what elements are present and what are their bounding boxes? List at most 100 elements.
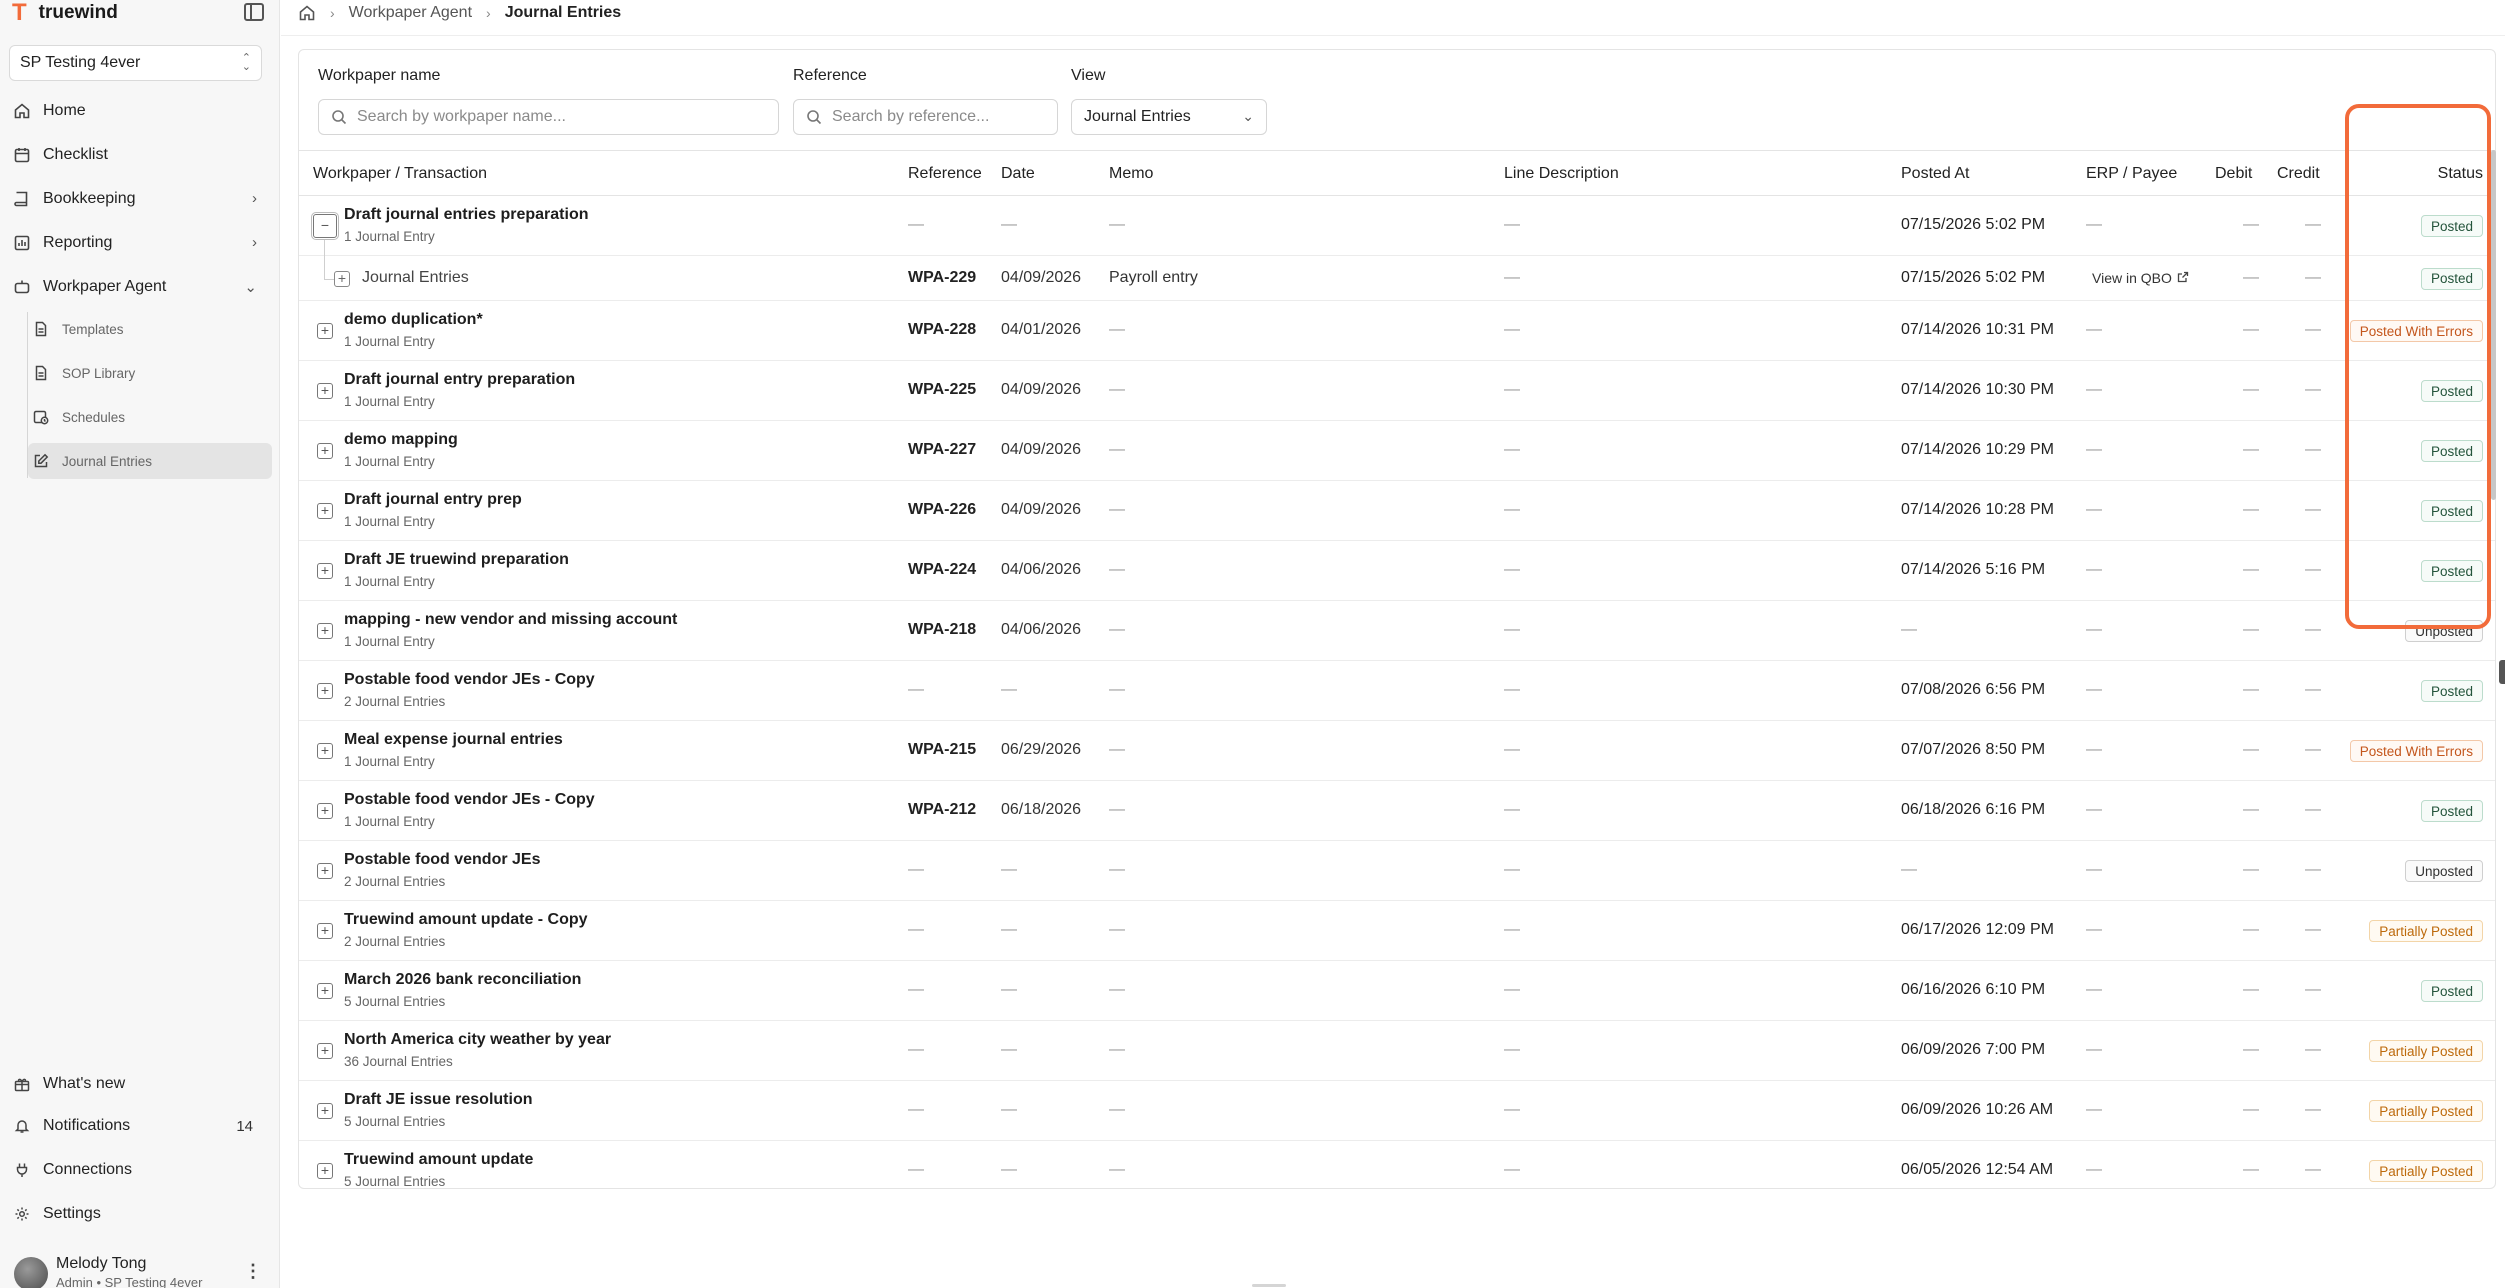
workpaper-title[interactable]: demo duplication* [344,311,483,329]
sidebar-item-workpaper-agent[interactable]: Workpaper Agent ⌄ [9,269,271,305]
column-header-credit[interactable]: Credit [2277,151,2320,196]
workpaper-title[interactable]: Draft JE issue resolution [344,1091,533,1109]
workpaper-title[interactable]: Postable food vendor JEs - Copy [344,791,595,809]
view-label: View [1071,67,1106,84]
table-row[interactable]: + Truewind amount update - Copy 2 Journal … [299,901,2495,961]
workpaper-title[interactable]: mapping - new vendor and missing account [344,611,677,629]
date-cell: 04/06/2026 [1001,561,1082,578]
expand-plus-icon[interactable]: + [317,1043,333,1059]
side-panel-handle[interactable] [2499,660,2505,684]
collapse-minus-icon[interactable]: − [311,212,339,240]
sidebar-item-schedules[interactable]: Schedules [28,399,272,435]
sidebar-item-reporting[interactable]: Reporting › [9,225,271,261]
reference-search-input[interactable]: Search by reference... [793,99,1058,135]
table-row[interactable]: − Draft journal entries preparation 1 Jour… [299,196,2495,256]
expand-plus-icon[interactable]: + [317,923,333,939]
table-row[interactable]: + Postable food vendor JEs - Copy 1 Journa… [299,781,2495,841]
status-badge: Posted [2420,267,2483,290]
expand-plus-icon[interactable]: + [317,443,333,459]
workpaper-title[interactable]: Truewind amount update - Copy [344,911,588,929]
table-scrollbar[interactable] [2491,150,2496,500]
sidebar-collapse-icon[interactable] [244,3,264,21]
column-header-status[interactable]: Status [2438,151,2483,196]
table-child-row[interactable]: + Journal Entries WPA-229 04/09/2026 Payroll… [299,256,2495,301]
table-row[interactable]: + Meal expense journal entries 1 Journal E… [299,721,2495,781]
table-row[interactable]: + mapping - new vendor and missing accoun… [299,601,2495,661]
table-row[interactable]: + Draft JE issue resolution 5 Journal Entr… [299,1081,2495,1141]
breadcrumb: › Workpaper Agent › Journal Entries [298,0,621,26]
status-badge: Posted [2420,440,2483,462]
workpaper-title[interactable]: demo mapping [344,431,458,449]
column-header-date[interactable]: Date [1001,151,1035,196]
expand-plus-icon[interactable]: + [317,1103,333,1119]
line-description-cell: — [1504,1161,1520,1178]
table-row[interactable]: + Postable food vendor JEs 2 Journal Entri… [299,841,2495,901]
expand-plus-icon[interactable]: + [317,563,333,579]
org-switcher[interactable]: SP Testing 4ever ⌃ ⌄ [9,45,262,81]
home-icon[interactable] [298,4,316,22]
brand[interactable]: T truewind [12,0,118,26]
filter-bar: Workpaper name Search by workpaper name.… [299,50,2495,151]
workpaper-title[interactable]: Postable food vendor JEs - Copy [344,671,595,689]
sidebar-item-notifications[interactable]: Notifications 14 [9,1108,271,1144]
view-select[interactable]: Journal Entries ⌄ [1071,99,1267,135]
debit-cell: — [2243,981,2259,998]
column-header-debit[interactable]: Debit [2215,151,2252,196]
workpaper-search-input[interactable]: Search by workpaper name... [318,99,779,135]
expand-plus-icon[interactable]: + [317,803,333,819]
workpaper-title[interactable]: North America city weather by year [344,1031,611,1049]
workpaper-title[interactable]: March 2026 bank reconciliation [344,971,581,989]
sidebar-item-bookkeeping[interactable]: Bookkeeping › [9,181,271,217]
workpaper-title[interactable]: Draft journal entry prep [344,491,522,509]
sidebar-item-templates[interactable]: Templates [28,311,272,347]
table-row[interactable]: + North America city weather by year 36 Jo… [299,1021,2495,1081]
table-row[interactable]: + Draft journal entry prep 1 Journal Entry… [299,481,2495,541]
expand-plus-icon[interactable]: + [317,503,333,519]
breadcrumb-parent[interactable]: Workpaper Agent [349,4,472,22]
sidebar-item-sop-library[interactable]: SOP Library [28,355,272,391]
workpaper-title[interactable]: Draft journal entries preparation [344,206,589,224]
expand-plus-icon[interactable]: + [317,743,333,759]
sidebar-item-connections[interactable]: Connections [9,1152,271,1188]
debit-cell: — [2243,741,2259,758]
column-header-workpaper[interactable]: Workpaper / Transaction [313,151,487,196]
table-row[interactable]: + Postable food vendor JEs - Copy 2 Journa… [299,661,2495,721]
table-row[interactable]: + demo duplication* 1 Journal Entry WPA-228… [299,301,2495,361]
debit-cell: — [2243,321,2259,338]
expand-plus-icon[interactable]: + [317,383,333,399]
user-profile[interactable]: Melody Tong Admin • SP Testing 4ever ⋮ [14,1253,276,1288]
table-row[interactable]: + Draft journal entry preparation 1 Journa… [299,361,2495,421]
table-row[interactable]: + demo mapping 1 Journal Entry WPA-227 04/09… [299,421,2495,481]
table-row[interactable]: + March 2026 bank reconciliation 5 Journal… [299,961,2495,1021]
table-row[interactable]: + Draft JE truewind preparation 1 Journal … [299,541,2495,601]
expand-plus-icon[interactable]: + [334,270,350,287]
reference-search-placeholder: Search by reference... [832,108,990,125]
column-header-posted-at[interactable]: Posted At [1901,151,1970,196]
sidebar-item-home[interactable]: Home [9,93,271,129]
workpaper-title[interactable]: Draft JE truewind preparation [344,551,569,569]
expand-plus-icon[interactable]: + [317,323,333,339]
expand-plus-icon[interactable]: + [317,983,333,999]
column-header-memo[interactable]: Memo [1109,151,1153,196]
expand-plus-icon[interactable]: + [317,623,333,639]
sidebar-item-settings[interactable]: Settings [9,1196,271,1232]
expand-plus-icon[interactable]: + [317,863,333,879]
workpaper-title[interactable]: Postable food vendor JEs [344,851,540,869]
sidebar-item-checklist[interactable]: Checklist [9,137,271,173]
more-vertical-icon[interactable]: ⋮ [244,1261,262,1282]
credit-cell: — [2305,861,2321,878]
column-header-line-description[interactable]: Line Description [1504,151,1619,196]
table-row[interactable]: + Truewind amount update 5 Journal Entries… [299,1141,2495,1188]
workpaper-title[interactable]: Truewind amount update [344,1151,533,1169]
sidebar-item-journal-entries[interactable]: Journal Entries [28,443,272,479]
sidebar-item-whats-new[interactable]: What's new [9,1066,271,1102]
view-in-qbo-link[interactable]: View in QBO [2092,270,2189,286]
expand-plus-icon[interactable]: + [317,683,333,699]
workpaper-title[interactable]: Meal expense journal entries [344,731,563,749]
expand-plus-icon[interactable]: + [317,1163,333,1179]
column-header-reference[interactable]: Reference [908,151,982,196]
resize-grip[interactable] [1252,1284,1286,1287]
column-header-erp-payee[interactable]: ERP / Payee [2086,151,2177,196]
workpaper-title[interactable]: Draft journal entry preparation [344,371,575,389]
sidebar-item-label: Bookkeeping [43,190,136,207]
